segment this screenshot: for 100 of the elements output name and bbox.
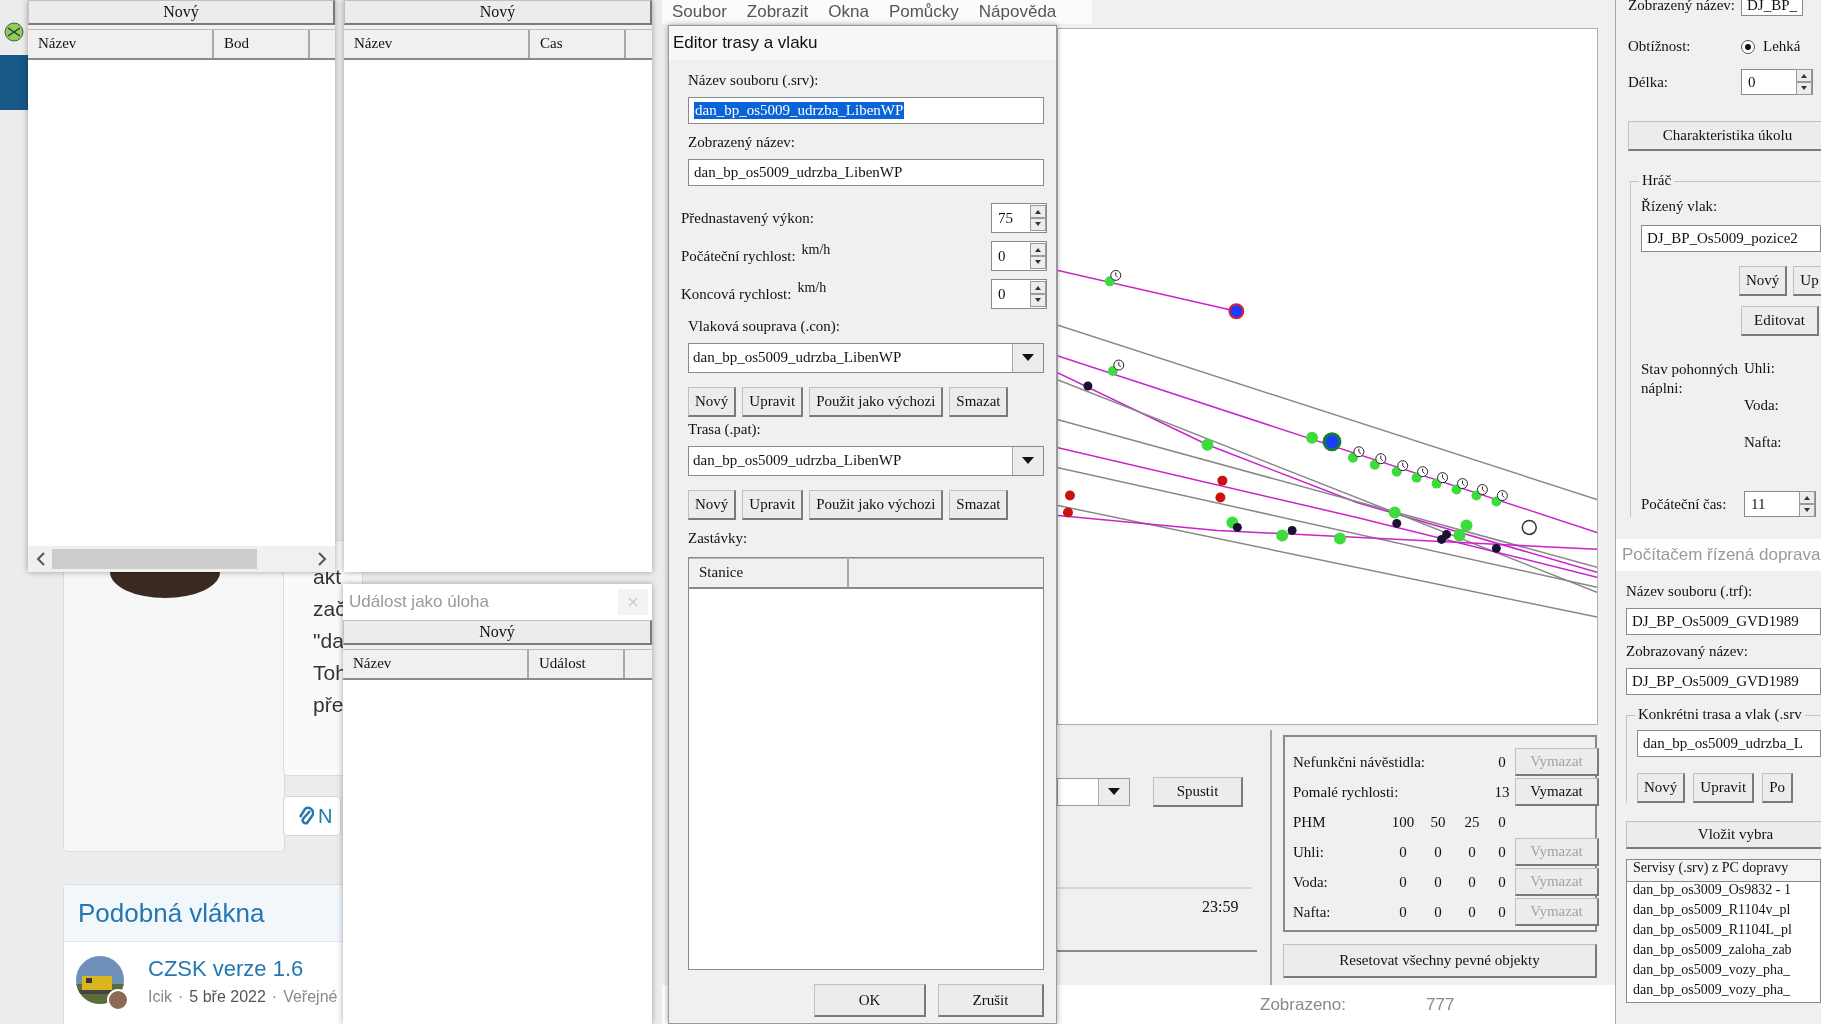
stat-value: 0 (1497, 843, 1507, 861)
horizontal-scrollbar[interactable] (28, 546, 335, 572)
caret-icon (1022, 354, 1034, 362)
cancel-button[interactable]: Zrušit (938, 984, 1044, 1017)
spin-arrows-icon[interactable] (1799, 491, 1815, 517)
field-label: Délka: (1628, 73, 1669, 91)
dialog-button[interactable]: Upravit (742, 387, 804, 417)
dialog-button[interactable]: Použit jako výchozi (809, 387, 944, 417)
input-field[interactable]: dan_bp_os5009_udrzba_LibenWP (688, 97, 1044, 124)
input-field[interactable]: DJ_BP_Os5009_pozice2 (1641, 225, 1821, 252)
dialog-button[interactable]: Nový (688, 387, 737, 417)
field-label: Přednastavený výkon: (681, 209, 814, 227)
status-label: Zobrazeno: (1260, 994, 1346, 1015)
column-header[interactable]: Název (344, 30, 530, 58)
column-header[interactable]: Cas (530, 30, 626, 58)
list-item[interactable]: dan_bp_os5009_R1104L_pl (1627, 922, 1820, 942)
dialog-button[interactable]: Upravit (742, 490, 804, 520)
menu-item[interactable]: Soubor (672, 2, 727, 22)
edit-button[interactable]: Editovat (1741, 306, 1819, 336)
dropdown-field[interactable]: dan_bp_os5009_udrzba_LibenWP (688, 446, 1044, 476)
spin-arrows-icon[interactable] (1030, 281, 1046, 307)
spin-arrows-icon[interactable] (1030, 243, 1046, 269)
input-field[interactable]: dan_bp_os5009_udrzba_L (1637, 730, 1821, 757)
column-header[interactable]: Událost (529, 650, 625, 678)
stat-label: Uhli: (1293, 843, 1325, 861)
spin-field[interactable]: 11 (1744, 491, 1816, 517)
spin-arrows-icon[interactable] (1796, 69, 1812, 95)
field-label: Řízený vlak: (1641, 198, 1719, 215)
new-button[interactable]: Nový (28, 0, 335, 25)
list-item[interactable]: dan_bp_os5009_vozy_pha_ (1627, 982, 1820, 1002)
field-label: Trasa (.pat): (688, 421, 762, 438)
stat-label: Nafta: (1293, 903, 1332, 921)
column-header: 100 (1390, 813, 1416, 831)
menu-item[interactable]: Pomůcky (888, 2, 959, 22)
scroll-right-icon[interactable] (317, 552, 327, 566)
insert-button[interactable]: Vložit vybra (1626, 821, 1821, 849)
section-heading: Podobná vlákna (78, 897, 265, 929)
list-item[interactable]: dan_bp_os5009_vozy_pha_ (1627, 962, 1820, 982)
stat-label: Pomalé rychlosti: (1293, 783, 1400, 801)
dropdown-button[interactable] (1012, 447, 1043, 475)
unit-label: km/h (797, 280, 827, 296)
globe-icon[interactable] (4, 22, 24, 42)
dropdown-button[interactable] (1012, 344, 1043, 372)
dialog-button[interactable]: Smazat (949, 490, 1009, 520)
input-field[interactable]: dan_bp_os5009_udrzba_LibenWP (688, 159, 1044, 186)
spin-field[interactable]: 0 (991, 279, 1047, 309)
panel-button[interactable]: Nový (1739, 266, 1788, 296)
reset-button[interactable]: Resetovat všechny pevné objekty (1283, 944, 1597, 978)
attach-button[interactable]: N (283, 796, 341, 836)
spin-field[interactable]: 0 (1741, 69, 1813, 95)
menu-item[interactable]: Nápověda (978, 2, 1057, 22)
dialog-title: Editor trasy a vlaku (673, 33, 818, 53)
stat-value: 0 (1497, 873, 1507, 891)
thread-forum[interactable]: Veřejné (283, 988, 338, 1006)
column-header[interactable]: Název (28, 30, 214, 58)
scroll-left-icon[interactable] (36, 552, 46, 566)
radio-button[interactable] (1741, 39, 1755, 54)
column-header: 50 (1429, 813, 1447, 831)
stops-list[interactable]: Stanice (688, 557, 1044, 970)
run-button[interactable]: Spustit (1153, 777, 1243, 807)
panel-button[interactable]: Up (1793, 266, 1821, 296)
dialog-button[interactable]: Použit jako výchozi (809, 490, 944, 520)
ok-button[interactable]: OK (814, 984, 926, 1017)
column-header[interactable]: Bod (214, 30, 310, 58)
menu-item[interactable]: Zobrazit (746, 2, 809, 22)
new-button[interactable]: Nový (344, 0, 652, 25)
menu-item[interactable]: Okna (828, 2, 869, 22)
list-item[interactable]: dan_bp_os3009_Os9832 - 1 (1627, 882, 1820, 902)
characteristics-button[interactable]: Charakteristika úkolu (1628, 121, 1821, 151)
input-field[interactable]: DJ_BP_ (1741, 0, 1804, 16)
panel-button[interactable]: Po (1762, 773, 1793, 803)
stat-value: 0 (1467, 873, 1477, 891)
scrollbar-thumb[interactable] (52, 549, 257, 569)
spin-field[interactable]: 0 (991, 241, 1047, 271)
input-field[interactable]: DJ_BP_Os5009_GVD1989 (1626, 668, 1821, 695)
services-list[interactable]: Servisy (.srv) z PC dopravy dan_bp_os3009_Os9832 - 1 dan_bp_os5009_R1104v_pl dan_bp_os5009_R1104L_pl dan_bp_os5009_zaloha_zab dan_bp_os5009_vozy_pha_ dan_bp_os5009_vozy_pha_ (1626, 859, 1821, 1003)
column-header: PHM (1293, 813, 1327, 831)
new-button[interactable]: Nový (343, 620, 652, 645)
dialog-button[interactable]: Nový (688, 490, 737, 520)
clear-button[interactable]: Vymazat (1515, 778, 1599, 806)
list-item[interactable]: dan_bp_os5009_zaloha_zab (1627, 942, 1820, 962)
list-item[interactable]: dan_bp_os5009_R1104v_pl (1627, 902, 1820, 922)
thread-title-link[interactable]: CZSK verze 1.6 (148, 956, 338, 982)
window-title: Počítačem řízená doprava (1622, 545, 1821, 565)
column-header[interactable]: Název (343, 650, 529, 678)
panel-button[interactable]: Nový (1637, 773, 1686, 803)
spin-arrows-icon[interactable] (1030, 205, 1046, 231)
input-field[interactable]: DJ_BP_Os5009_GVD1989 (1626, 608, 1821, 635)
dialog-button[interactable]: Smazat (949, 387, 1009, 417)
map-canvas[interactable] (1057, 28, 1598, 725)
dropdown-field[interactable]: dan_bp_os5009_udrzba_LibenWP (688, 343, 1044, 373)
column-header[interactable]: Servisy (.srv) z PC dopravy (1627, 860, 1820, 882)
thread-author[interactable]: Icik (148, 988, 172, 1006)
dropdown-button[interactable] (1098, 779, 1129, 805)
spin-field[interactable]: 75 (991, 203, 1047, 233)
stat-label: Voda: (1293, 873, 1329, 891)
panel-button[interactable]: Upravit (1693, 773, 1755, 803)
dropdown-field[interactable] (1057, 778, 1130, 806)
field-label: Vlaková souprava (.con): (688, 318, 842, 335)
close-icon (628, 597, 638, 607)
